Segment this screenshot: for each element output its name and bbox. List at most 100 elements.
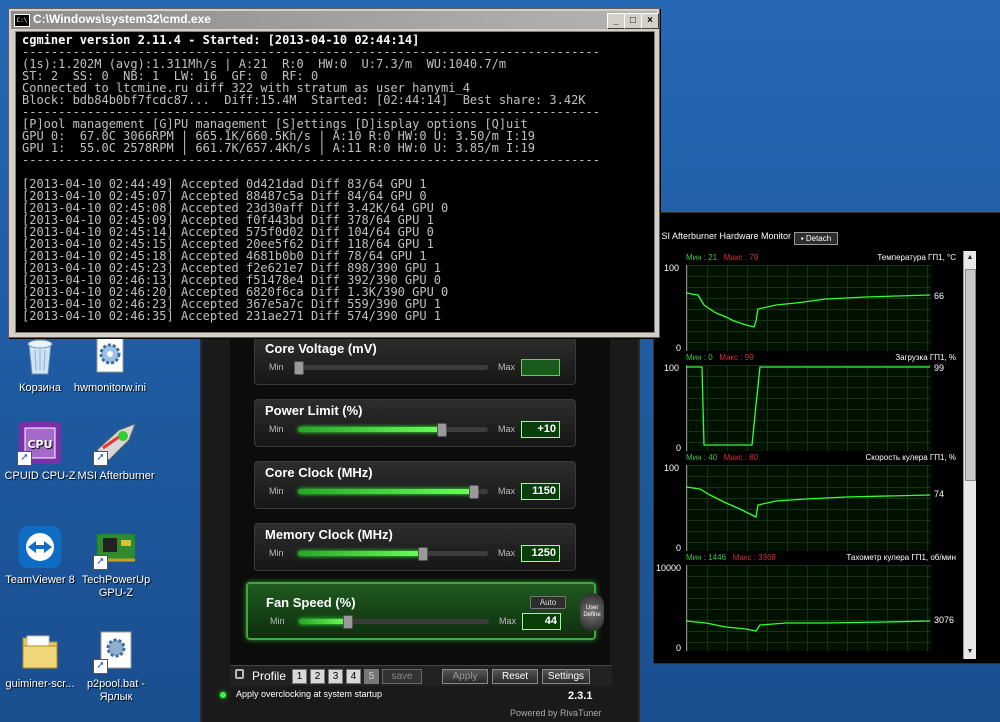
graph-title: Загрузка ГП1, % (895, 353, 956, 362)
slider-fill (298, 551, 422, 556)
slider-label: Core Voltage (mV) (265, 341, 377, 356)
desktop-icon-recycle-bin[interactable]: Корзина (0, 332, 80, 395)
lock-icon[interactable] (235, 669, 244, 679)
graph-axis-bottom: 0 (676, 643, 682, 653)
recycle-bin-icon (17, 332, 63, 378)
settings-button[interactable]: Settings (542, 669, 590, 684)
desktop-icon-guiminer-folder[interactable]: guiminer-scr... (0, 628, 80, 691)
close-button[interactable]: × (641, 13, 659, 29)
desktop-icon-label: TeamViewer 8 (5, 574, 75, 586)
desktop-icon-label: TechPowerUp GPU-Z (81, 574, 151, 599)
slider-value[interactable]: +10 (521, 421, 560, 438)
profile-slot-3[interactable]: 3 (328, 669, 343, 684)
profile-bar: Profile 1 2 3 4 5 save Apply Reset Setti… (230, 665, 612, 686)
desktop-icon-hwmonitorw[interactable]: hwmonitorw.ini (70, 332, 150, 395)
slider-memory-clock: Memory Clock (MHz) Min Max 1250 (254, 523, 576, 571)
slider-min-label: Min (269, 548, 284, 558)
graph-max: Макс : 79 (723, 253, 759, 262)
batch-file-icon: ➚ (93, 628, 139, 674)
graph-max: Макс : 99 (719, 353, 754, 362)
slider-value[interactable]: 1150 (521, 483, 560, 500)
graph-fan-speed: Мин : 40 Макс : 80 Скорость кулера ГП1, … (656, 453, 962, 553)
console-header: cgminer version 2.11.4 - Started: [2013-… (22, 33, 420, 47)
desktop-icon-label: CPUID CPU-Z (4, 470, 76, 482)
cpuz-icon: CPU ➚ (17, 420, 63, 466)
graph-max: Макс : 80 (723, 453, 759, 462)
graph-axis-bottom: 0 (676, 443, 682, 453)
slider-thumb[interactable] (436, 423, 447, 437)
slider-track[interactable] (298, 547, 488, 561)
afterburner-icon: ➚ (93, 420, 139, 466)
hw-monitor-scrollbar[interactable]: ▲ ▼ (963, 251, 976, 659)
slider-min-label: Min (269, 424, 284, 434)
graph-line (686, 486, 930, 518)
graph-line (686, 620, 930, 632)
slider-label: Power Limit (%) (265, 403, 363, 418)
slider-track[interactable] (298, 423, 488, 437)
slider-min-label: Min (270, 616, 285, 626)
graph-axis-bottom: 0 (676, 343, 682, 353)
desktop-icon-p2pool[interactable]: ➚ p2pool.bat - Ярлык (76, 628, 156, 704)
slider-thumb[interactable] (294, 361, 304, 375)
slider-label: Core Clock (MHz) (265, 465, 373, 480)
slider-max-label: Max (498, 424, 516, 434)
detach-button[interactable]: ▪ Detach (794, 232, 838, 245)
slider-track[interactable] (294, 361, 488, 375)
graph-line (686, 292, 930, 328)
desktop-icon-msi-afterburner[interactable]: ➚ MSI Afterburner (76, 420, 156, 483)
slider-core-voltage: Core Voltage (mV) Min Max (254, 337, 576, 385)
graph-axis-top: 100 (664, 463, 680, 473)
slider-max-label: Max (498, 362, 516, 372)
slider-label: Memory Clock (MHz) (265, 527, 393, 542)
desktop-icon-cpuz[interactable]: CPU ➚ CPUID CPU-Z (0, 420, 80, 483)
desktop-icon-gpuz[interactable]: ➚ TechPowerUp GPU-Z (76, 524, 156, 600)
scrollbar-thumb[interactable] (965, 269, 976, 481)
cmd-titlebar[interactable]: C:\ C:\Windows\system32\cmd.exe _ □ × (11, 11, 659, 29)
desktop-icon-label: guiminer-scr... (5, 678, 75, 690)
profile-slot-2[interactable]: 2 (310, 669, 325, 684)
desktop-icon-teamviewer[interactable]: TeamViewer 8 (0, 524, 80, 587)
slider-min-label: Min (269, 362, 284, 372)
user-define-button[interactable]: User Define (580, 593, 604, 631)
slider-value[interactable]: 44 (522, 613, 561, 630)
slider-fill (299, 619, 347, 624)
slider-thumb[interactable] (417, 547, 428, 561)
apply-button[interactable]: Apply (442, 669, 488, 684)
graph-gpu-temperature: Мин : 21 Макс : 79 Температура ГП1, °C 1… (656, 253, 962, 353)
startup-text: Apply overclocking at system startup (236, 689, 383, 699)
graph-line (686, 366, 930, 446)
cmd-console[interactable]: cgminer version 2.11.4 - Started: [2013-… (15, 31, 655, 333)
fan-auto-button[interactable]: Auto (530, 596, 566, 609)
desktop-icon-label: p2pool.bat - Ярлык (86, 678, 146, 703)
profile-slot-4[interactable]: 4 (346, 669, 361, 684)
profile-slot-1[interactable]: 1 (292, 669, 307, 684)
reset-button[interactable]: Reset (492, 669, 538, 684)
startup-indicator-icon[interactable] (220, 692, 226, 698)
slider-core-clock: Core Clock (MHz) Min Max 1150 (254, 461, 576, 509)
desktop-icon-label: Корзина (19, 382, 61, 394)
save-button[interactable]: save (382, 669, 422, 684)
graph-gpu-load: Мин : 0 Макс : 99 Загрузка ГП1, % 100 0 … (656, 353, 962, 453)
minimize-button[interactable]: _ (607, 13, 625, 29)
scroll-down-icon[interactable]: ▼ (965, 647, 975, 657)
slider-max-label: Max (498, 486, 516, 496)
maximize-button[interactable]: □ (624, 13, 642, 29)
scroll-up-icon[interactable]: ▲ (965, 253, 975, 263)
slider-thumb[interactable] (342, 615, 353, 629)
graph-current: 3076 (934, 615, 955, 625)
profile-slot-5[interactable]: 5 (364, 669, 379, 684)
slider-label: Fan Speed (%) (266, 595, 356, 610)
graph-area: Мин : 21 Макс : 79 Температура ГП1, °C 1… (656, 249, 962, 659)
console-log-line: [2013-04-10 02:46:35] Accepted 231ae271 … (22, 309, 442, 323)
slider-track[interactable] (299, 615, 489, 629)
slider-value[interactable]: 1250 (521, 545, 560, 562)
slider-min-label: Min (269, 486, 284, 496)
console-text: cgminer version 2.11.4 - Started: [2013-… (16, 32, 654, 322)
graph-title: Скорость кулера ГП1, % (865, 453, 956, 462)
slider-fill (298, 427, 441, 432)
slider-track[interactable] (298, 485, 488, 499)
slider-power-limit: Power Limit (%) Min Max +10 (254, 399, 576, 447)
slider-value[interactable] (521, 359, 560, 376)
graph-title: Тахометр кулера ГП1, об/мин (846, 553, 956, 562)
slider-thumb[interactable] (468, 485, 479, 499)
